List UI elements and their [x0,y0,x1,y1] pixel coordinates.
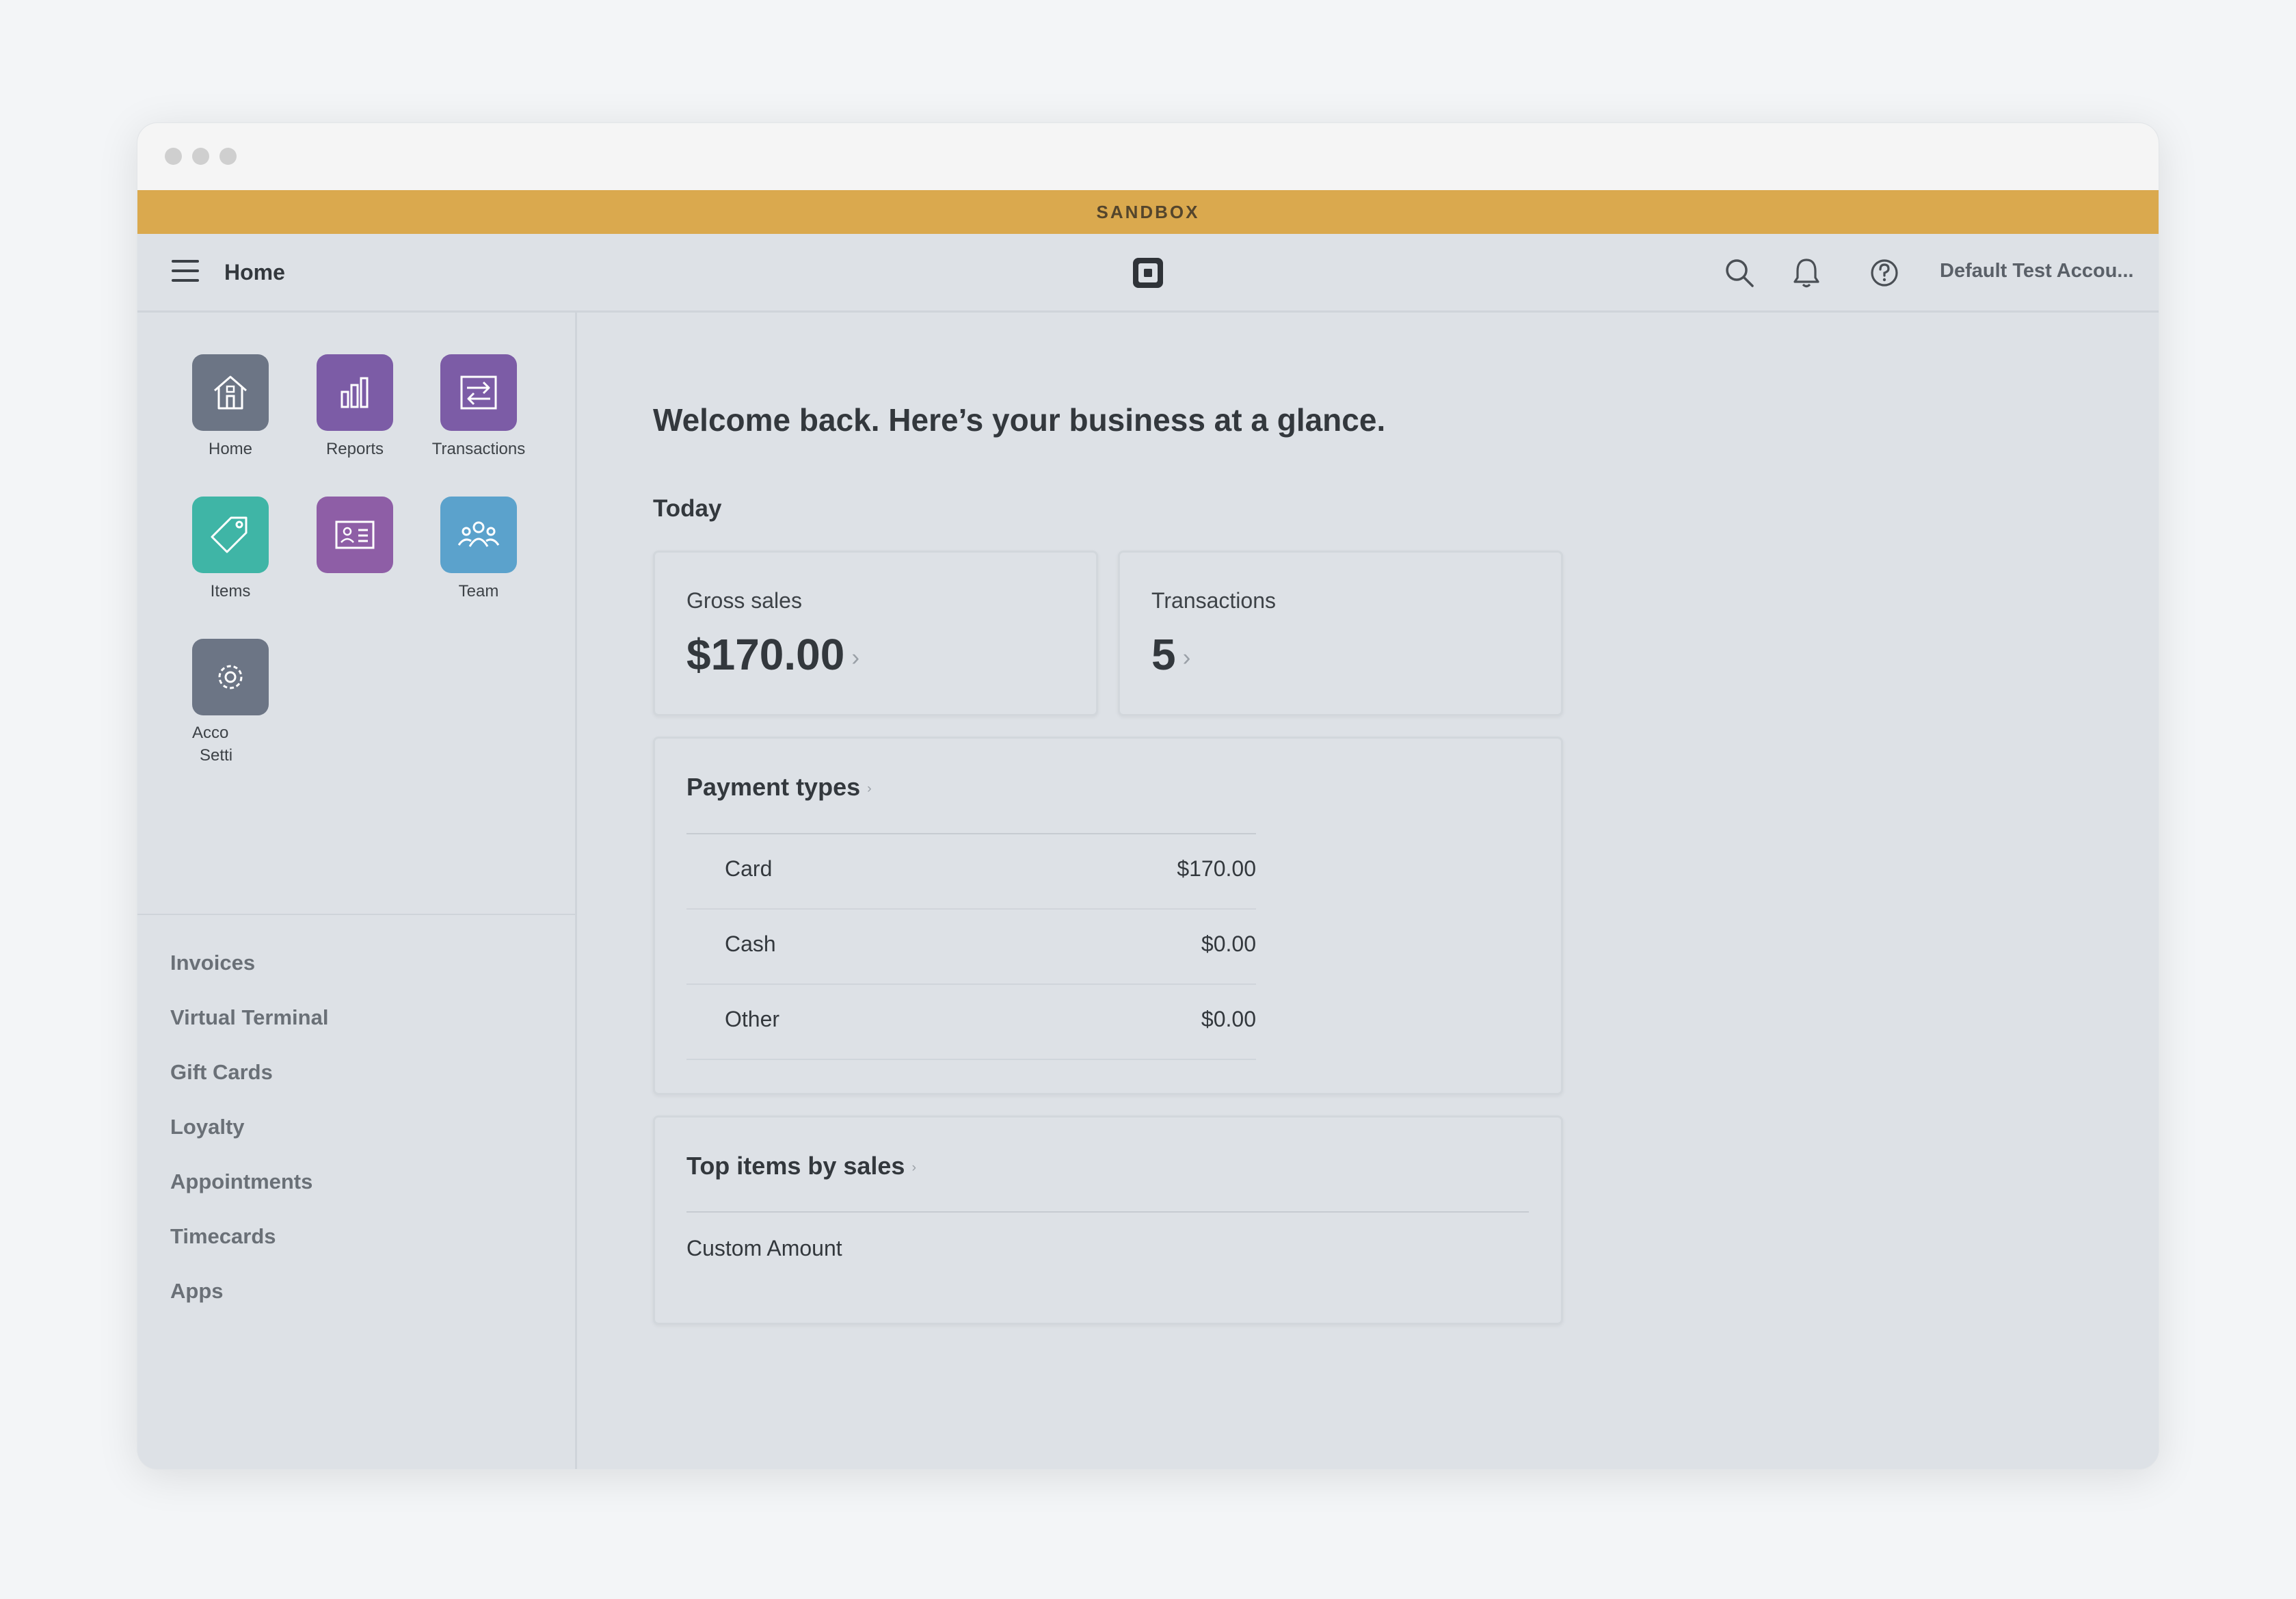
sidebar-link-virtual-terminal[interactable]: Virtual Terminal [170,1005,328,1030]
window-minimize-dot[interactable] [192,148,209,165]
legend-dot-card [686,858,708,880]
home-icon [214,375,247,410]
team-icon [457,521,500,547]
window-maximize-dot[interactable] [219,148,237,165]
app-tile-home[interactable] [192,354,269,431]
legend-value-other: $0.00 [1201,1007,1256,1031]
contact-card-icon [335,520,375,549]
app-tile-customers[interactable] [317,497,393,573]
chevron-right-icon: › [851,644,860,672]
browser-window: SANDBOX Home Default Test Accou... Home … [137,122,2159,1470]
gross-sales-card[interactable]: Gross sales $170.00 › [653,551,1098,716]
square-logo-icon[interactable] [1131,256,1165,290]
chevron-right-icon: › [911,1159,917,1175]
legend-dot-other [686,1008,708,1030]
transfer-arrows-icon [460,375,497,410]
help-icon[interactable] [1867,256,1901,290]
app-label-team: Team [458,582,499,600]
bar-chart-icon [341,377,369,408]
sidebar: Home Reports Transactions Items Team Acc… [137,313,577,1469]
tag-icon [211,516,248,553]
welcome-heading: Welcome back. Here’s your business at a … [653,402,1386,438]
payment-legend: Card $170.00 Cash $0.00 Other $0.00 [655,739,1256,1093]
sandbox-banner: SANDBOX [137,190,2159,234]
sidebar-link-loyalty[interactable]: Loyalty [170,1115,245,1139]
app-tile-reports[interactable] [317,354,393,431]
sidebar-link-invoices[interactable]: Invoices [170,951,255,975]
gear-icon [218,665,243,689]
row-divider [686,908,1256,910]
payment-types-donut-chart [1298,829,1531,1061]
menu-icon[interactable] [172,260,199,282]
transactions-value: 5 › [1151,630,1191,679]
app-tile-account-settings[interactable] [192,639,269,715]
window-titlebar [137,123,2159,190]
search-icon[interactable] [1722,256,1757,290]
window-close-dot[interactable] [165,148,182,165]
app-label-reports: Reports [325,440,384,458]
account-menu[interactable]: Default Test Accou... [1940,260,2134,282]
gross-sales-value: $170.00 › [686,630,860,679]
sidebar-link-gift-cards[interactable]: Gift Cards [170,1060,273,1085]
row-divider [686,1059,1256,1060]
row-divider [686,983,1256,985]
app-label-account-settings-line2: Setti [200,746,233,765]
app-label-items: Items [210,582,251,600]
legend-dot-cash [686,933,708,955]
legend-value-card: $170.00 [1177,856,1256,881]
top-items-card: Top items by sales › Custom Amount [653,1115,1563,1325]
sidebar-link-appointments[interactable]: Appointments [170,1169,312,1194]
app-label-home: Home [208,440,253,458]
chevron-right-icon: › [1182,644,1191,672]
sidebar-link-apps[interactable]: Apps [170,1279,224,1304]
app-label-transactions: Transactions [431,440,526,458]
item-name: Custom Amount [686,1236,842,1260]
payment-types-card: Payment types › Card $170.00 Cash $0.00 O [653,737,1563,1095]
transactions-label: Transactions [1151,588,1276,613]
app-tile-transactions[interactable] [440,354,517,431]
app-label-account-settings: Acco [192,724,229,742]
legend-value-cash: $0.00 [1201,931,1256,956]
gross-sales-label: Gross sales [686,588,802,613]
app-tile-items[interactable] [192,497,269,573]
app-tile-team[interactable] [440,497,517,573]
legend-name-cash: Cash [725,931,776,956]
sidebar-divider [137,914,575,915]
top-items-title[interactable]: Top items by sales › [686,1152,916,1180]
transactions-card[interactable]: Transactions 5 › [1118,551,1563,716]
main-content: Welcome back. Here’s your business at a … [577,313,2159,1469]
today-heading: Today [653,495,722,522]
bell-icon[interactable] [1789,256,1824,290]
top-navigation: Home Default Test Accou... [137,234,2159,313]
sidebar-link-timecards[interactable]: Timecards [170,1224,276,1249]
page-title: Home [224,260,285,285]
legend-name-other: Other [725,1007,780,1031]
section-divider [686,1211,1529,1213]
legend-name-card: Card [725,856,773,881]
